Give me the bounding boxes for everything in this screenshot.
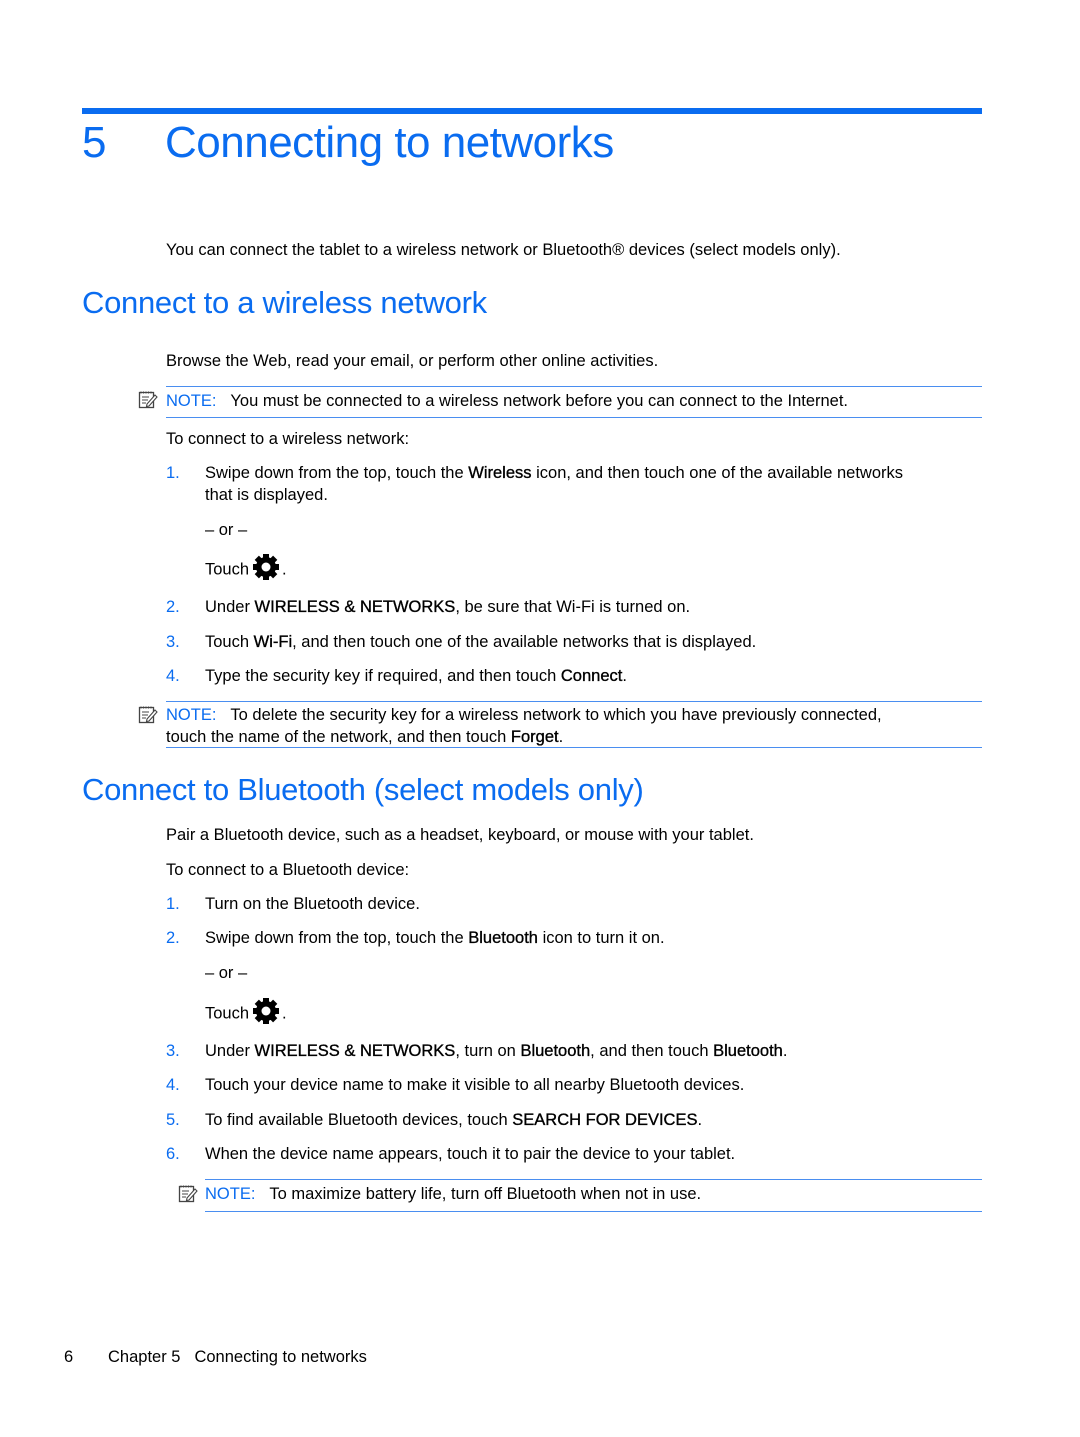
step-text: Under WIRELESS & NETWORKS, be sure that … bbox=[205, 598, 691, 616]
or-separator: – or – bbox=[205, 964, 248, 982]
step-number: 5. bbox=[166, 1111, 180, 1129]
step-number: 1. bbox=[166, 895, 180, 913]
note-wireless-connection: NOTE: You must be connected to a wireless… bbox=[166, 386, 982, 418]
step-text: Type the security key if required, and t… bbox=[205, 667, 627, 685]
step-text: Swipe down from the top, touch the Wirel… bbox=[205, 464, 904, 482]
step-number: 2. bbox=[166, 598, 180, 616]
note-label: NOTE: bbox=[205, 1185, 256, 1203]
chapter-rule bbox=[82, 108, 982, 114]
section-heading-bluetooth: Connect to Bluetooth (select models only… bbox=[82, 772, 644, 807]
chapter-number: 5 bbox=[82, 118, 106, 167]
step-text: Under WIRELESS & NETWORKS, turn on Bluet… bbox=[205, 1042, 788, 1060]
settings-gear-icon bbox=[252, 997, 280, 1025]
note-text: To delete the security key for a wireles… bbox=[230, 706, 882, 724]
touch-settings: Touch. bbox=[205, 1003, 287, 1025]
step-text: To find available Bluetooth devices, tou… bbox=[205, 1111, 703, 1129]
page-number: 6 bbox=[64, 1348, 74, 1366]
bluetooth-lead: To connect to a Bluetooth device: bbox=[166, 861, 410, 879]
note-text: You must be connected to a wireless netw… bbox=[230, 392, 849, 410]
section-intro-bluetooth: Pair a Bluetooth device, such as a heads… bbox=[166, 826, 754, 844]
footer-chapter: Chapter 5 bbox=[108, 1348, 181, 1366]
page-footer: 6 Chapter 5 Connecting to networks bbox=[64, 1348, 367, 1367]
or-separator: – or – bbox=[205, 521, 248, 539]
chapter-intro: You can connect the tablet to a wireless… bbox=[166, 241, 841, 259]
note-text: To maximize battery life, turn off Bluet… bbox=[269, 1185, 702, 1203]
note-delete-security-key: NOTE: To delete the security key for a wi… bbox=[166, 701, 982, 748]
step-number: 3. bbox=[166, 633, 180, 651]
wireless-lead: To connect to a wireless network: bbox=[166, 430, 410, 448]
note-icon bbox=[178, 1183, 198, 1203]
step-number: 4. bbox=[166, 1076, 180, 1094]
step-text: When the device name appears, touch it t… bbox=[205, 1145, 736, 1163]
touch-settings: Touch. bbox=[205, 559, 287, 581]
note-battery-life: NOTE: To maximize battery life, turn off … bbox=[205, 1179, 982, 1212]
note-label: NOTE: bbox=[166, 392, 217, 410]
step-number: 6. bbox=[166, 1145, 180, 1163]
step-text: Swipe down from the top, touch the Bluet… bbox=[205, 929, 665, 947]
note-text-line2: touch the name of the network, and then … bbox=[166, 728, 564, 746]
note-label: NOTE: bbox=[166, 706, 217, 724]
step-number: 3. bbox=[166, 1042, 180, 1060]
step-text: Touch your device name to make it visibl… bbox=[205, 1076, 745, 1094]
settings-gear-icon bbox=[252, 553, 280, 581]
note-icon bbox=[138, 704, 158, 724]
step-number: 2. bbox=[166, 929, 180, 947]
step-number: 1. bbox=[166, 464, 180, 482]
footer-title: Connecting to networks bbox=[194, 1348, 367, 1366]
step-text: Touch Wi-Fi, and then touch one of the a… bbox=[205, 633, 757, 651]
chapter-title: 5 Connecting to networks bbox=[82, 118, 614, 168]
chapter-title-text: Connecting to networks bbox=[165, 118, 614, 167]
section-heading-wireless: Connect to a wireless network bbox=[82, 285, 487, 320]
step-number: 4. bbox=[166, 667, 180, 685]
note-icon bbox=[138, 389, 158, 409]
section-intro-wireless: Browse the Web, read your email, or perf… bbox=[166, 352, 659, 370]
step-text: Turn on the Bluetooth device. bbox=[205, 895, 420, 913]
step-text-line2: that is displayed. bbox=[205, 486, 328, 504]
